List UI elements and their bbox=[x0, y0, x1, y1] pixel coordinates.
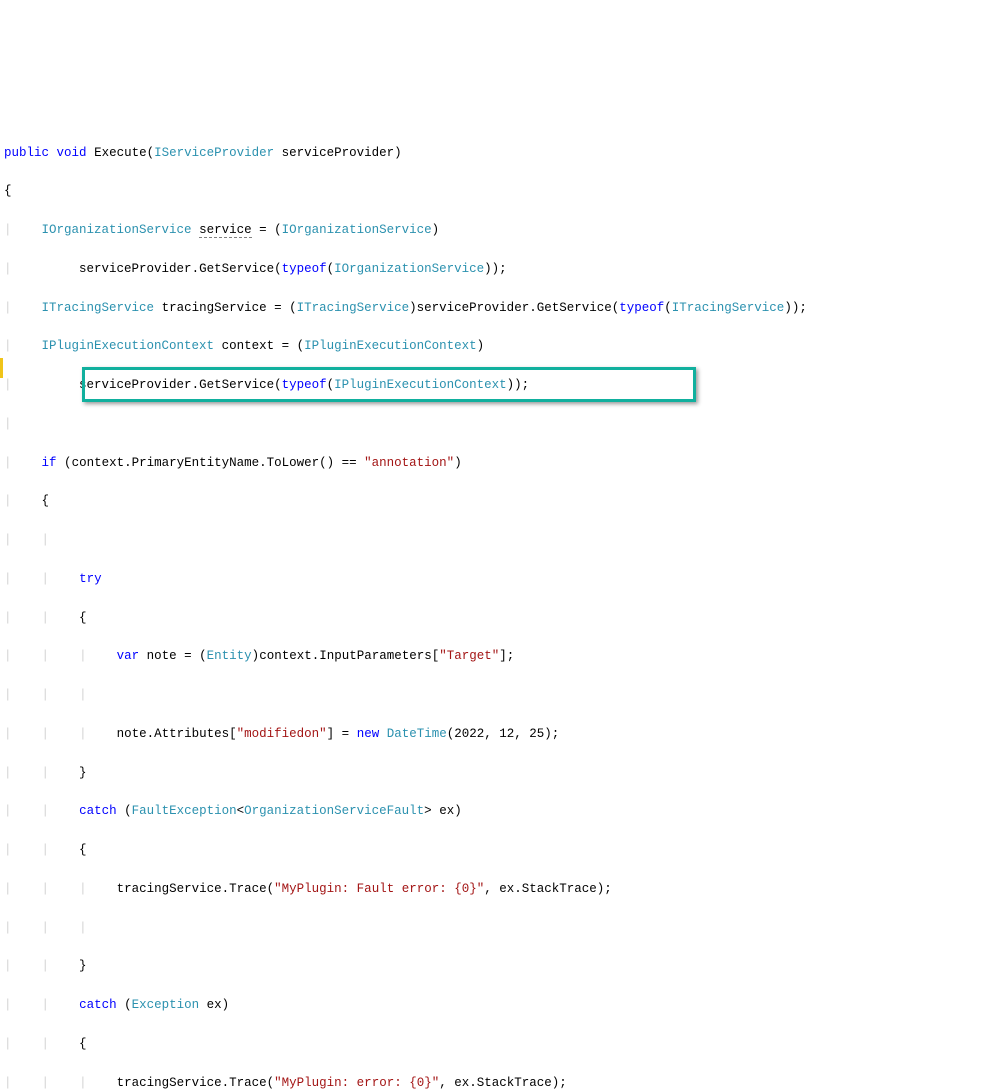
ident-serviceprovider: serviceProvider bbox=[79, 378, 192, 392]
type-faultexception: FaultException bbox=[132, 804, 237, 818]
ident-ex: ex bbox=[454, 1076, 469, 1090]
code-line: | | | bbox=[0, 919, 993, 938]
code-line: | { bbox=[0, 492, 993, 511]
var-tracingservice: tracingService bbox=[162, 301, 267, 315]
ident-ex: ex bbox=[499, 882, 514, 896]
method-tolower: ToLower bbox=[267, 456, 320, 470]
prop-primaryentityname: PrimaryEntityName bbox=[132, 456, 260, 470]
code-line: public void Execute(IServiceProvider ser… bbox=[0, 144, 993, 163]
keyword-typeof: typeof bbox=[282, 378, 327, 392]
keyword-catch: catch bbox=[79, 804, 117, 818]
type-itracingservice: ITracingService bbox=[42, 301, 155, 315]
code-line: | | | bbox=[0, 686, 993, 705]
code-line: | | | tracingService.Trace("MyPlugin: er… bbox=[0, 1074, 993, 1092]
type-iserviceprovider: IServiceProvider bbox=[154, 146, 274, 160]
prop-attributes: Attributes bbox=[154, 727, 229, 741]
datetime-args: (2022, 12, 25) bbox=[447, 727, 552, 741]
var-service: service bbox=[199, 223, 252, 238]
code-line: | | { bbox=[0, 609, 993, 628]
code-line: | | | tracingService.Trace("MyPlugin: Fa… bbox=[0, 880, 993, 899]
type-itracingservice: ITracingService bbox=[672, 301, 785, 315]
code-editor[interactable]: public void Execute(IServiceProvider ser… bbox=[0, 86, 993, 1092]
method-getservice: GetService bbox=[199, 262, 274, 276]
code-line: | | catch (FaultException<OrganizationSe… bbox=[0, 802, 993, 821]
var-ex: ex bbox=[439, 804, 454, 818]
keyword-if: if bbox=[42, 456, 57, 470]
code-line: | | } bbox=[0, 764, 993, 783]
ident-serviceprovider: serviceProvider bbox=[417, 301, 530, 315]
type-iorganizationservice: IOrganizationService bbox=[334, 262, 484, 276]
type-datetime: DateTime bbox=[387, 727, 447, 741]
keyword-var: var bbox=[117, 649, 140, 663]
string-fault: "MyPlugin: Fault error: {0}" bbox=[274, 882, 484, 896]
method-getservice: GetService bbox=[199, 378, 274, 392]
code-line: | | bbox=[0, 531, 993, 550]
ident-note: note bbox=[117, 727, 147, 741]
string-error: "MyPlugin: error: {0}" bbox=[274, 1076, 439, 1090]
type-itracingservice: ITracingService bbox=[297, 301, 410, 315]
type-ipluginexecutioncontext: IPluginExecutionContext bbox=[334, 378, 507, 392]
code-line: | IPluginExecutionContext context = (IPl… bbox=[0, 337, 993, 356]
var-context: context bbox=[222, 339, 275, 353]
code-line: | | | var note = (Entity)context.InputPa… bbox=[0, 647, 993, 666]
keyword-try: try bbox=[79, 572, 102, 586]
keyword-catch: catch bbox=[79, 998, 117, 1012]
method-getservice: GetService bbox=[537, 301, 612, 315]
code-line: | serviceProvider.GetService(typeof(IPlu… bbox=[0, 376, 993, 395]
string-target: "Target" bbox=[439, 649, 499, 663]
keyword-public: public bbox=[4, 146, 49, 160]
string-annotation: "annotation" bbox=[364, 456, 454, 470]
code-line: | | catch (Exception ex) bbox=[0, 996, 993, 1015]
code-line: | | { bbox=[0, 841, 993, 860]
type-exception: Exception bbox=[132, 998, 200, 1012]
code-line: | | } bbox=[0, 957, 993, 976]
type-organizationservicefault: OrganizationServiceFault bbox=[244, 804, 424, 818]
method-trace: Trace bbox=[229, 882, 267, 896]
ident-context: context bbox=[259, 649, 312, 663]
change-marker bbox=[0, 358, 3, 378]
ident-context: context bbox=[72, 456, 125, 470]
type-entity: Entity bbox=[207, 649, 252, 663]
method-trace: Trace bbox=[229, 1076, 267, 1090]
code-line-highlighted: | | | note.Attributes["modifiedon"] = ne… bbox=[0, 725, 993, 744]
prop-inputparameters: InputParameters bbox=[319, 649, 432, 663]
prop-stacktrace: StackTrace bbox=[522, 882, 597, 896]
code-line: | bbox=[0, 415, 993, 434]
ident-tracingservice: tracingService bbox=[117, 1076, 222, 1090]
keyword-typeof: typeof bbox=[282, 262, 327, 276]
ident-serviceprovider: serviceProvider bbox=[79, 262, 192, 276]
type-iorganizationservice: IOrganizationService bbox=[282, 223, 432, 237]
var-note: note bbox=[147, 649, 177, 663]
keyword-typeof: typeof bbox=[619, 301, 664, 315]
code-line: | serviceProvider.GetService(typeof(IOrg… bbox=[0, 260, 993, 279]
code-line: | if (context.PrimaryEntityName.ToLower(… bbox=[0, 454, 993, 473]
var-ex: ex bbox=[207, 998, 222, 1012]
code-line: { bbox=[0, 182, 993, 201]
prop-stacktrace: StackTrace bbox=[477, 1076, 552, 1090]
type-ipluginexecutioncontext: IPluginExecutionContext bbox=[42, 339, 215, 353]
ident-tracingservice: tracingService bbox=[117, 882, 222, 896]
type-iorganizationservice: IOrganizationService bbox=[42, 223, 192, 237]
code-line: | | try bbox=[0, 570, 993, 589]
keyword-new: new bbox=[357, 727, 380, 741]
string-modifiedon: "modifiedon" bbox=[237, 727, 327, 741]
code-line: | ITracingService tracingService = (ITra… bbox=[0, 299, 993, 318]
code-line: | IOrganizationService service = (IOrgan… bbox=[0, 221, 993, 240]
code-line: | | { bbox=[0, 1035, 993, 1054]
method-name: Execute bbox=[94, 146, 147, 160]
type-ipluginexecutioncontext: IPluginExecutionContext bbox=[304, 339, 477, 353]
param-serviceprovider: serviceProvider bbox=[282, 146, 395, 160]
keyword-void: void bbox=[57, 146, 87, 160]
